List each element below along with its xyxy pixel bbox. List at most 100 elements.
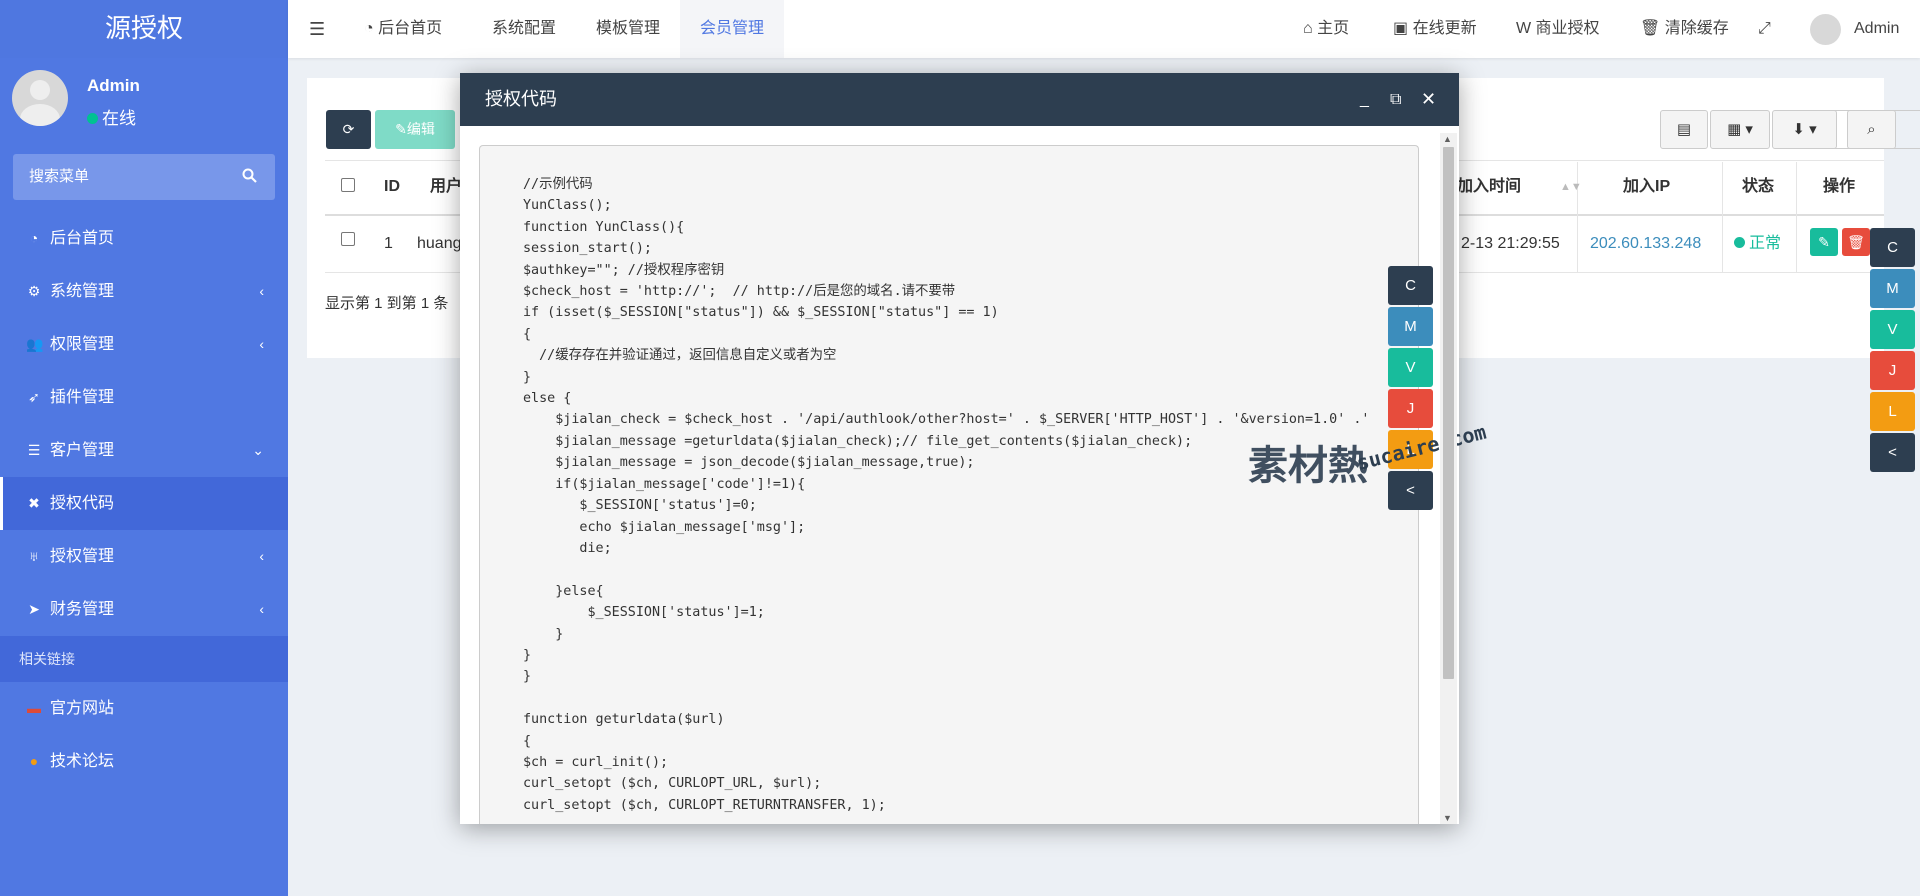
column-header-join-time[interactable]: 加入时间 bbox=[1457, 160, 1521, 214]
column-header-user[interactable]: 用户 bbox=[430, 160, 462, 214]
menu-search-input[interactable]: 搜索菜单 bbox=[13, 154, 275, 200]
fullscreen-icon[interactable]: ⤢ bbox=[1758, 0, 1771, 58]
scrollbar-thumb[interactable] bbox=[1443, 147, 1454, 679]
export-button[interactable]: ⬇ ▾ bbox=[1772, 110, 1837, 149]
status-dot-icon bbox=[1734, 237, 1745, 248]
rocket-icon: ➶ bbox=[28, 389, 40, 405]
user-name: Admin bbox=[87, 76, 140, 95]
nav-label: 主页 bbox=[1317, 20, 1350, 37]
search-button[interactable]: ⌕ bbox=[1847, 110, 1896, 149]
sidebar-link-label: 技术论坛 bbox=[50, 753, 115, 770]
sidebar-item-dashboard[interactable]: ◔ 后台首页 bbox=[0, 212, 288, 265]
user-status-text: 在线 bbox=[102, 109, 136, 128]
tab-label: 后台首页 bbox=[378, 20, 443, 37]
column-header-join-ip[interactable]: 加入IP bbox=[1623, 160, 1670, 214]
sidebar-item-plugins[interactable]: ➶ 插件管理 bbox=[0, 371, 288, 424]
modal-side-button-v[interactable]: V bbox=[1388, 348, 1433, 387]
close-icon[interactable]: ✕ bbox=[1421, 73, 1436, 126]
cell-join-ip[interactable]: 202.60.133.248 bbox=[1590, 216, 1701, 272]
sidebar-item-label: 插件管理 bbox=[50, 389, 115, 406]
maximize-icon[interactable]: ⧉ bbox=[1390, 73, 1401, 126]
status-text: 正常 bbox=[1749, 235, 1782, 252]
side-button-m[interactable]: M bbox=[1870, 269, 1915, 308]
modal-header: 授权代码 _ ⧉ ✕ bbox=[460, 73, 1459, 126]
row-delete-button[interactable]: 🗑 bbox=[1842, 228, 1870, 256]
modal-side-button-c[interactable]: C bbox=[1388, 266, 1433, 305]
columns-button[interactable]: ▦ ▾ bbox=[1710, 110, 1770, 149]
list-icon: ☰ bbox=[27, 442, 41, 458]
nav-online-update[interactable]: ▣ 在线更新 bbox=[1393, 0, 1477, 58]
cogs-icon: ⚙ bbox=[27, 283, 41, 299]
modal-title: 授权代码 bbox=[485, 89, 557, 109]
refresh-icon: ⟳ bbox=[342, 121, 355, 137]
tab-dashboard[interactable]: ◔ 后台首页 bbox=[364, 0, 442, 58]
sidebar-item-auth-code[interactable]: ✖ 授权代码 bbox=[0, 477, 288, 530]
gitlab-icon: ♅ bbox=[28, 548, 40, 564]
side-button-v[interactable]: V bbox=[1870, 310, 1915, 349]
sidebar-link-official-site[interactable]: ▬ 官方网站 bbox=[0, 682, 288, 735]
cell-id: 1 bbox=[384, 235, 393, 252]
sort-icon[interactable]: ▲▼ bbox=[1560, 160, 1582, 214]
scroll-up-icon[interactable]: ▲ bbox=[1443, 134, 1452, 144]
download-icon: ⬇ ▾ bbox=[1792, 121, 1817, 138]
trash-icon: 🗑 bbox=[1640, 20, 1665, 37]
row-edit-button[interactable]: ✎ bbox=[1810, 228, 1838, 256]
navbar-avatar[interactable] bbox=[1810, 14, 1841, 45]
users-icon: 👥 bbox=[26, 336, 44, 352]
modal-side-button-m[interactable]: M bbox=[1388, 307, 1433, 346]
search-icon[interactable] bbox=[242, 154, 257, 200]
pencil-icon: ✎ bbox=[1818, 234, 1830, 250]
dashboard-icon: ◔ bbox=[364, 20, 379, 37]
chevron-down-icon: ⌄ bbox=[252, 442, 264, 458]
navbar-user-name[interactable]: Admin bbox=[1854, 0, 1899, 58]
scroll-down-icon[interactable]: ▼ bbox=[1443, 813, 1452, 823]
sidebar-item-customers[interactable]: ☰ 客户管理 ⌄ bbox=[0, 424, 288, 477]
sidebar-item-label: 客户管理 bbox=[50, 442, 115, 459]
sidebar-item-system[interactable]: ⚙ 系统管理 ‹ bbox=[0, 265, 288, 318]
col-divider bbox=[1722, 162, 1723, 272]
edit-button[interactable]: ✎编辑 bbox=[375, 110, 455, 149]
sidebar-item-finance[interactable]: ➤ 财务管理 ‹ bbox=[0, 583, 288, 636]
minimize-icon[interactable]: _ bbox=[1360, 73, 1369, 126]
th-icon: ▦ ▾ bbox=[1727, 121, 1753, 138]
list-icon: ▤ bbox=[1676, 121, 1692, 138]
select-all-checkbox[interactable] bbox=[341, 178, 355, 192]
comment-icon: ● bbox=[29, 753, 39, 769]
row-checkbox[interactable] bbox=[341, 232, 355, 246]
nav-label: 在线更新 bbox=[1412, 20, 1477, 37]
nav-commercial-license[interactable]: W 商业授权 bbox=[1516, 0, 1600, 58]
side-button-c[interactable]: C bbox=[1870, 228, 1915, 267]
cell-join-time: 2-13 21:29:55 bbox=[1461, 235, 1560, 252]
app-logo[interactable]: 源授权 bbox=[0, 0, 288, 58]
chevron-left-icon: ‹ bbox=[259, 336, 264, 352]
tab-members[interactable]: 会员管理 bbox=[680, 0, 785, 58]
sidebar-item-permissions[interactable]: 👥 权限管理 ‹ bbox=[0, 318, 288, 371]
side-button-l[interactable]: L bbox=[1870, 392, 1915, 431]
nav-home[interactable]: ⌂ 主页 bbox=[1303, 0, 1349, 58]
sidebar-item-label: 后台首页 bbox=[50, 230, 115, 247]
modal-side-button-collapse[interactable]: < bbox=[1388, 471, 1433, 510]
modal-side-button-j[interactable]: J bbox=[1388, 389, 1433, 428]
bars-icon[interactable]: ☰ bbox=[309, 0, 325, 58]
sidebar-menu: ◔ 后台首页 ⚙ 系统管理 ‹ 👥 权限管理 ‹ ➶ 插件管理 ☰ 客户管理 ⌄ ✖ 授权代码 ♅… bbox=[0, 212, 288, 788]
column-header-id[interactable]: ID bbox=[384, 160, 400, 214]
code-icon: ✖ bbox=[28, 495, 40, 511]
edit-label: 编辑 bbox=[406, 121, 435, 137]
sidebar-link-label: 官方网站 bbox=[50, 700, 115, 717]
watermark-logo: 素材熱 bbox=[1248, 444, 1368, 488]
side-button-j[interactable]: J bbox=[1870, 351, 1915, 390]
tab-template[interactable]: 模板管理 bbox=[596, 0, 660, 58]
nav-clear-cache[interactable]: 🗑 清除缓存 bbox=[1640, 0, 1729, 58]
modal-scrollbar[interactable]: ▲ ▼ bbox=[1440, 133, 1457, 824]
sidebar-item-label: 权限管理 bbox=[50, 336, 115, 353]
sidebar-link-forum[interactable]: ● 技术论坛 bbox=[0, 735, 288, 788]
sidebar-item-auth-manage[interactable]: ♅ 授权管理 ‹ bbox=[0, 530, 288, 583]
square-icon: ▬ bbox=[27, 700, 41, 716]
side-button-collapse[interactable]: < bbox=[1870, 433, 1915, 472]
toggle-view-button[interactable]: ▤ bbox=[1660, 110, 1708, 149]
column-header-status[interactable]: 状态 bbox=[1742, 160, 1774, 214]
chevron-left-icon: ‹ bbox=[259, 601, 264, 617]
refresh-button[interactable]: ⟳ bbox=[326, 110, 371, 149]
paper-plane-icon: ➤ bbox=[28, 601, 40, 617]
tab-system-config[interactable]: 系统配置 bbox=[492, 0, 556, 58]
